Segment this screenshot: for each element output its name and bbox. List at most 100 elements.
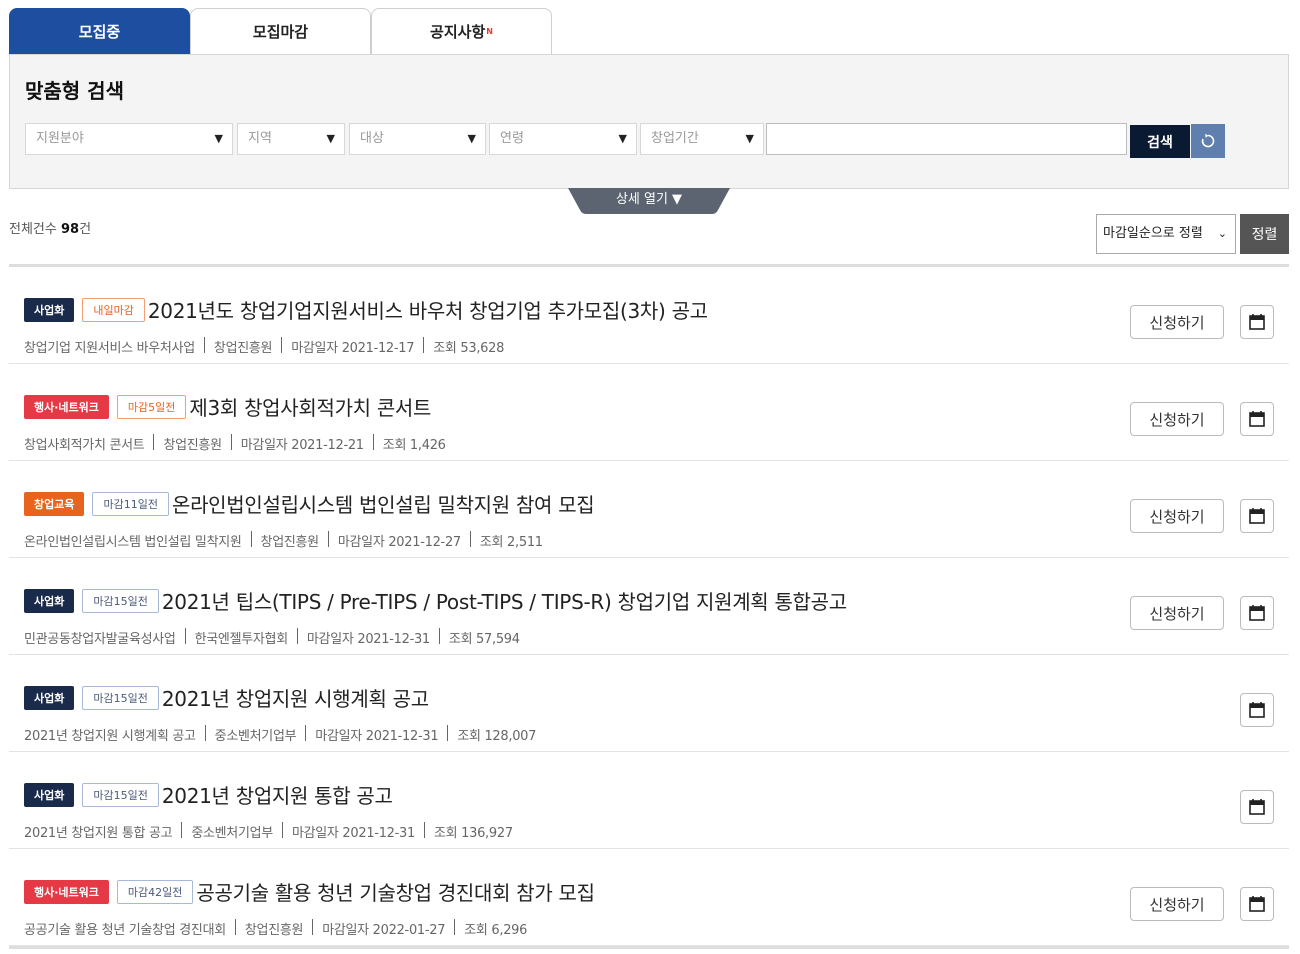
reset-button[interactable] [1191, 124, 1225, 158]
calendar-button[interactable] [1240, 790, 1274, 824]
item-title-link[interactable]: 제3회 창업사회적가치 콘서트 [189, 392, 431, 421]
item-meta: 2021년 창업지원 통합 공고 중소벤처기업부 마감일자 2021-12-31 조회… [24, 822, 513, 841]
item-heading: 행사·네트워크 마감5일전 제3회 창업사회적가치 콘서트 [24, 392, 431, 421]
meta-text: 마감일자 2021-12-21 [240, 438, 364, 453]
dropdown-arrow-icon: ▼ [214, 132, 223, 145]
deadline-badge: 내일마감 [82, 297, 145, 322]
meta-text: 창업진흥원 [163, 438, 222, 453]
calendar-button[interactable] [1240, 887, 1274, 921]
list-item: 사업화 마감15일전 2021년 팁스(TIPS / Pre-TIPS / Po… [9, 558, 1289, 655]
tab-label: 모집중 [78, 23, 121, 41]
item-heading: 행사·네트워크 마감42일전 공공기술 활용 청년 기술창업 경진대회 참가 모… [24, 877, 595, 906]
item-meta: 창업사회적가치 콘서트 창업진흥원 마감일자 2021-12-21 조회 1,426 [24, 434, 446, 453]
tab-notices[interactable]: 공지사항 N [371, 8, 552, 54]
item-heading: 사업화 마감15일전 2021년 창업지원 시행계획 공고 [24, 683, 429, 712]
list-item: 사업화 마감15일전 2021년 창업지원 통합 공고 2021년 창업지원 통… [9, 752, 1289, 849]
filter-label: 대상 [360, 131, 384, 146]
meta-separator [230, 434, 232, 450]
search-button[interactable]: 검색 [1130, 125, 1190, 158]
list-item: 사업화 내일마감 2021년도 창업기업지원서비스 바우처 창업기업 추가모집(… [9, 267, 1289, 364]
sort-button[interactable]: 정렬 [1240, 214, 1289, 254]
total-label: 전체건수 [9, 222, 57, 237]
meta-text: 조회 1,426 [382, 438, 446, 453]
item-title-link[interactable]: 공공기술 활용 청년 기술창업 경진대회 참가 모집 [196, 877, 595, 906]
meta-separator [203, 337, 205, 353]
meta-text: 마감일자 2021-12-31 [291, 826, 415, 841]
meta-text: 창업사회적가치 콘서트 [24, 438, 145, 453]
total-count: 전체건수 98건 [9, 218, 91, 237]
category-badge: 사업화 [24, 588, 75, 613]
deadline-badge: 마감11일전 [92, 491, 169, 516]
meta-separator [204, 725, 206, 741]
filter-label: 창업기간 [651, 131, 699, 146]
meta-separator [469, 531, 471, 547]
calendar-icon [1249, 411, 1265, 427]
item-title-link[interactable]: 2021년 창업지원 시행계획 공고 [162, 683, 429, 712]
apply-button[interactable]: 신청하기 [1130, 596, 1224, 630]
meta-separator [153, 434, 155, 450]
item-title-link[interactable]: 2021년도 창업기업지원서비스 바우처 창업기업 추가모집(3차) 공고 [148, 295, 708, 324]
deadline-badge: 마감15일전 [82, 588, 159, 613]
filter-startup-period[interactable]: 창업기간 ▼ [640, 123, 764, 155]
meta-separator [281, 822, 283, 838]
calendar-button[interactable] [1240, 402, 1274, 436]
dropdown-arrow-icon: ▼ [326, 132, 335, 145]
meta-separator [447, 725, 449, 741]
item-title-link[interactable]: 온라인법인설립시스템 법인설립 밀착지원 참여 모집 [172, 489, 595, 518]
filter-support-field[interactable]: 지원분야 ▼ [25, 123, 233, 155]
filter-target[interactable]: 대상 ▼ [349, 123, 486, 155]
category-badge: 사업화 [24, 297, 75, 322]
apply-button[interactable]: 신청하기 [1130, 887, 1224, 921]
custom-search-panel: 맞춤형 검색 지원분야 ▼ 지역 ▼ 대상 ▼ 연령 ▼ 창업기간 ▼ 검색 [9, 54, 1289, 189]
meta-text: 조회 2,511 [479, 535, 543, 550]
meta-separator [312, 919, 314, 935]
item-heading: 사업화 마감15일전 2021년 창업지원 통합 공고 [24, 780, 393, 809]
refresh-icon [1201, 133, 1215, 148]
deadline-badge: 마감15일전 [82, 685, 159, 710]
filter-region[interactable]: 지역 ▼ [237, 123, 345, 155]
meta-text: 마감일자 2021-12-31 [306, 632, 430, 647]
meta-text: 조회 53,628 [433, 341, 505, 356]
detail-toggle-button[interactable]: 상세 열기 ▼ [568, 188, 730, 214]
filter-label: 연령 [500, 131, 524, 146]
calendar-button[interactable] [1240, 693, 1274, 727]
list-item: 창업교육 마감11일전 온라인법인설립시스템 법인설립 밀착지원 참여 모집 온… [9, 461, 1289, 558]
item-meta: 온라인법인설립시스템 법인설립 밀착지원 창업진흥원 마감일자 2021-12-27… [24, 531, 543, 550]
meta-text: 조회 57,594 [448, 632, 520, 647]
calendar-button[interactable] [1240, 499, 1274, 533]
meta-separator [184, 628, 186, 644]
tab-bar: 모집중 모집마감 공지사항 N [9, 8, 552, 54]
tab-recruiting[interactable]: 모집중 [9, 8, 190, 54]
dropdown-arrow-icon: ▼ [618, 132, 627, 145]
apply-button[interactable]: 신청하기 [1130, 402, 1224, 436]
item-meta: 공공기술 활용 청년 기술창업 경진대회 창업진흥원 마감일자 2022-01-27… [24, 919, 527, 938]
meta-text: 마감일자 2022-01-27 [322, 923, 446, 938]
list-divider [9, 946, 1289, 949]
filter-label: 지역 [248, 131, 272, 146]
meta-text: 창업진흥원 [213, 341, 273, 356]
meta-separator [423, 822, 425, 838]
calendar-button[interactable] [1240, 305, 1274, 339]
sort-select[interactable]: 마감일순으로 정렬 ⌄ [1096, 214, 1236, 254]
meta-text: 조회 128,007 [457, 729, 537, 744]
meta-text: 마감일자 2021-12-17 [291, 341, 415, 356]
meta-text: 중소벤처기업부 [214, 729, 297, 744]
filter-age[interactable]: 연령 ▼ [489, 123, 637, 155]
total-number: 98 [60, 222, 80, 237]
meta-text: 조회 6,296 [464, 923, 528, 938]
calendar-button[interactable] [1240, 596, 1274, 630]
apply-button[interactable]: 신청하기 [1130, 499, 1224, 533]
meta-text: 조회 136,927 [433, 826, 513, 841]
item-meta: 2021년 창업지원 시행계획 공고 중소벤처기업부 마감일자 2021-12-31… [24, 725, 536, 744]
apply-button[interactable]: 신청하기 [1130, 305, 1224, 339]
item-title-link[interactable]: 2021년 팁스(TIPS / Pre-TIPS / Post-TIPS / T… [162, 586, 847, 615]
meta-separator [454, 919, 456, 935]
search-input[interactable] [766, 123, 1127, 155]
item-title-link[interactable]: 2021년 창업지원 통합 공고 [162, 780, 393, 809]
meta-separator [327, 531, 329, 547]
detail-toggle-label: 상세 열기 ▼ [615, 192, 683, 207]
dropdown-arrow-icon: ▼ [467, 132, 476, 145]
tab-closed[interactable]: 모집마감 [190, 8, 371, 54]
item-meta: 민관공동창업자발굴육성사업 한국엔젤투자협회 마감일자 2021-12-31 조회 5… [24, 628, 520, 647]
meta-text: 창업기업 지원서비스 바우처사업 [24, 341, 195, 356]
